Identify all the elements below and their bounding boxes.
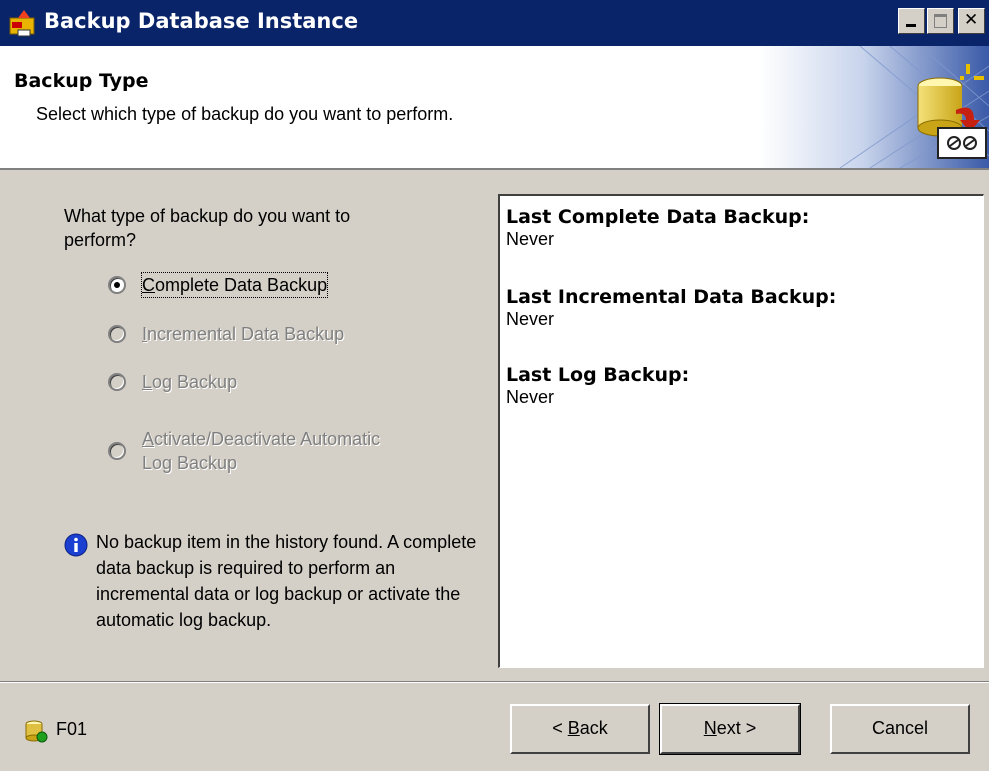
cancel-button[interactable]: Cancel — [830, 704, 970, 754]
radio-button[interactable] — [108, 373, 126, 391]
info-text: No backup item in the history found. A c… — [96, 532, 477, 630]
title-bar[interactable]: Backup Database Instance — [0, 0, 989, 46]
dialog-window: Backup Database Instance Backup Type Sel… — [0, 0, 989, 771]
page-subtitle: Select which type of backup do you want … — [36, 104, 454, 124]
database-backup-icon — [760, 46, 989, 168]
history-value: Never — [506, 229, 555, 249]
wizard-header: Backup Type Select which type of backup … — [0, 46, 989, 170]
back-button[interactable]: < Back — [510, 704, 650, 754]
app-icon — [9, 10, 35, 37]
radio-button[interactable] — [108, 442, 126, 460]
info-icon — [64, 533, 88, 557]
window-title: Backup Database Instance — [44, 9, 359, 33]
radio-label[interactable]: Log Backup — [142, 370, 237, 394]
maximize-button[interactable] — [927, 8, 954, 34]
next-button[interactable]: Next > — [659, 703, 801, 755]
radio-label[interactable]: Activate/Deactivate Automatic Log Backup — [142, 427, 380, 475]
database-status-icon — [25, 720, 48, 743]
history-value: Never — [506, 387, 555, 407]
radio-button[interactable] — [108, 325, 126, 343]
minimize-button[interactable] — [898, 8, 925, 34]
history-label: Last Complete Data Backup: — [506, 206, 810, 228]
radio-button[interactable] — [108, 276, 126, 294]
footer-divider — [0, 681, 989, 683]
history-log: Last Log Backup: Never — [506, 364, 689, 408]
history-value: Never — [506, 309, 555, 329]
close-button[interactable] — [958, 8, 985, 34]
history-label: Last Incremental Data Backup: — [506, 286, 837, 308]
radio-label[interactable]: Incremental Data Backup — [142, 322, 344, 346]
radio-label[interactable]: Complete Data Backup — [140, 272, 329, 298]
history-complete: Last Complete Data Backup: Never — [506, 206, 809, 250]
page-title: Backup Type — [14, 70, 149, 92]
history-incremental: Last Incremental Data Backup: Never — [506, 286, 836, 330]
instance-name: F01 — [56, 719, 88, 739]
history-label: Last Log Backup: — [506, 364, 690, 386]
backup-history-panel: Last Complete Data Backup: Never Last In… — [498, 194, 984, 668]
backup-type-question: What type of backup do you want to perfo… — [64, 206, 351, 250]
